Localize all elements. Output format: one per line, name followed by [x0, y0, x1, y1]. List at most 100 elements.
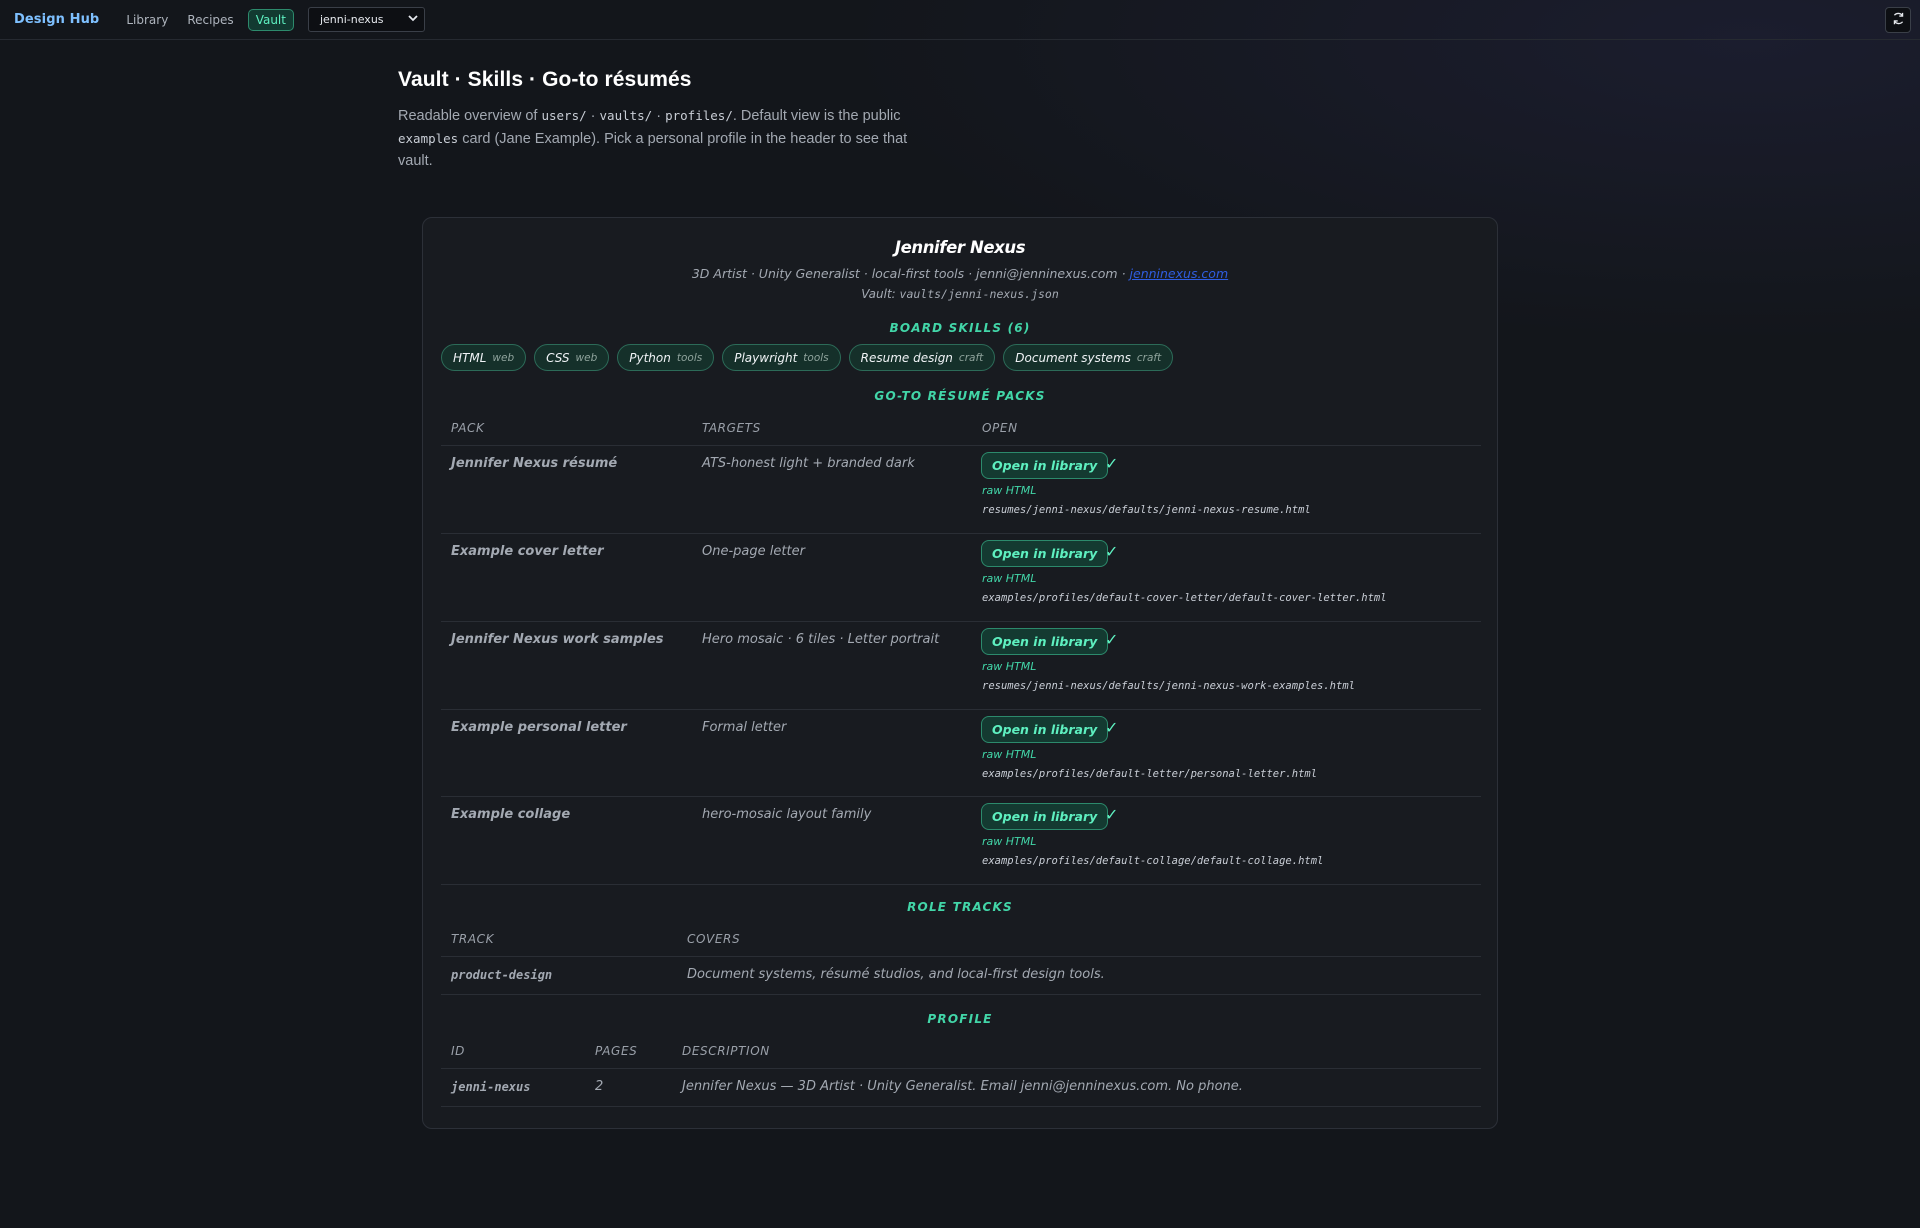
- skill-name: CSS: [546, 350, 570, 365]
- nav-vault[interactable]: Vault: [247, 8, 294, 31]
- skill-name: Playwright: [734, 350, 798, 365]
- check-icon: ✓: [1105, 454, 1119, 473]
- intro-code-examples: examples: [398, 130, 459, 146]
- intro-text-part: ·: [586, 108, 600, 124]
- chevron-down-icon: [408, 14, 418, 25]
- skill-name: HTML: [453, 350, 487, 365]
- pack-path: resumes/jenni-nexus/defaults/jenni-nexus…: [982, 680, 1355, 692]
- col-header-description: DESCRIPTION: [682, 1044, 770, 1058]
- page-title: Vault · Skills · Go-to résumés: [398, 68, 692, 91]
- tracks-heading: ROLE TRACKS: [907, 900, 1013, 914]
- pack-targets: Formal letter: [702, 720, 787, 735]
- row-divider: [441, 445, 1481, 446]
- pack-path: examples/profiles/default-letter/persona…: [982, 768, 1318, 780]
- profile-description: Jennifer Nexus — 3D Artist · Unity Gener…: [682, 1079, 1243, 1094]
- packs-heading: GO-TO RÉSUMÉ PACKS: [874, 389, 1046, 403]
- profile-subline-text: 3D Artist · Unity Generalist · local-fir…: [691, 266, 1130, 281]
- skill-chip: HTML web: [441, 344, 527, 371]
- skill-chip: CSS web: [534, 344, 610, 371]
- raw-html-link[interactable]: raw HTML: [982, 484, 1036, 497]
- pack-path: examples/profiles/default-cover-letter/d…: [982, 592, 1387, 604]
- col-header-track: TRACK: [451, 932, 495, 946]
- skill-chip: Resume design craft: [848, 344, 996, 371]
- refresh-icon: [1892, 12, 1905, 29]
- pack-name: Jennifer Nexus résumé: [451, 456, 618, 471]
- profile-table: ID PAGES DESCRIPTION jenni-nexus 2 Jenni…: [441, 1039, 1481, 1129]
- skills-heading: BOARD SKILLS (6): [889, 321, 1031, 335]
- top-bar: Design Hub Library Recipes Vault jenni-n…: [0, 0, 1920, 40]
- skill-category: tools: [676, 351, 703, 364]
- check-icon: ✓: [1105, 542, 1119, 561]
- raw-html-link[interactable]: raw HTML: [982, 835, 1036, 848]
- skill-category: craft: [1136, 351, 1162, 364]
- raw-html-link[interactable]: raw HTML: [982, 660, 1036, 673]
- open-in-library-button[interactable]: Open in library: [981, 540, 1109, 567]
- col-header-targets: TARGETS: [702, 421, 761, 435]
- nav-recipes[interactable]: Recipes: [187, 13, 233, 27]
- skill-name: Document systems: [1015, 350, 1131, 365]
- profile-id: jenni-nexus: [451, 1080, 531, 1094]
- profile-select[interactable]: jenni-nexus: [307, 7, 425, 32]
- intro-code-users: users/: [541, 108, 587, 123]
- intro-text-part: ·: [652, 108, 666, 124]
- skill-category: web: [492, 351, 515, 364]
- row-divider: [441, 709, 1481, 710]
- vault-path: vaults/jenni-nexus.json: [899, 287, 1059, 301]
- intro-code-profiles: profiles/: [665, 108, 733, 123]
- profile-name: Jennifer Nexus: [894, 238, 1026, 257]
- row-divider: [441, 621, 1481, 622]
- check-icon: ✓: [1105, 630, 1119, 649]
- row-divider: [441, 884, 1481, 885]
- row-divider: [441, 956, 1481, 957]
- profile-subline: 3D Artist · Unity Generalist · local-fir…: [423, 266, 1497, 281]
- open-in-library-button[interactable]: Open in library: [981, 716, 1109, 743]
- pack-targets: One-page letter: [702, 544, 805, 559]
- intro-text: Readable overview of users/ · vaults/ · …: [398, 105, 938, 173]
- col-header-pack: PACK: [451, 421, 485, 435]
- skill-category: tools: [803, 351, 829, 364]
- skill-category: web: [575, 351, 598, 364]
- website-link[interactable]: jenninexus.com: [1130, 266, 1229, 281]
- pack-targets: Hero mosaic · 6 tiles · Letter portrait: [702, 632, 940, 647]
- pack-name: Jennifer Nexus work samples: [451, 632, 664, 647]
- pack-path: examples/profiles/default-collage/defaul…: [982, 855, 1324, 867]
- open-in-library-button[interactable]: Open in library: [981, 452, 1109, 479]
- intro-code-vaults: vaults/: [599, 108, 653, 123]
- track-covers: Document systems, résumé studios, and lo…: [687, 967, 1105, 982]
- intro-text-part: . Default view is the public: [732, 108, 901, 124]
- pack-targets: ATS-honest light + branded dark: [702, 456, 915, 471]
- tracks-table: TRACK COVERS product-design Document sys…: [441, 927, 1481, 1017]
- pack-targets: hero-mosaic layout family: [702, 807, 872, 822]
- skill-name: Resume design: [860, 350, 953, 365]
- profile-select-value: jenni-nexus: [319, 13, 384, 26]
- vault-card: Jennifer Nexus 3D Artist · Unity General…: [422, 217, 1498, 1129]
- skill-category: craft: [958, 351, 984, 364]
- profile-heading: PROFILE: [927, 1012, 993, 1026]
- raw-html-link[interactable]: raw HTML: [982, 748, 1036, 761]
- intro-text-part: card (Jane Example). Pick a personal pro…: [398, 130, 908, 170]
- row-divider: [441, 994, 1481, 995]
- pack-name: Example collage: [451, 807, 571, 822]
- col-header-pages: PAGES: [595, 1044, 638, 1058]
- track-id: product-design: [451, 968, 553, 982]
- open-in-library-button[interactable]: Open in library: [981, 803, 1109, 830]
- check-icon: ✓: [1105, 805, 1119, 824]
- pack-name: Example cover letter: [451, 544, 604, 559]
- intro-text-part: Readable overview of: [398, 108, 542, 124]
- skill-name: Python: [629, 350, 671, 365]
- col-header-open: OPEN: [982, 421, 1018, 435]
- row-divider: [441, 796, 1481, 797]
- refresh-button[interactable]: [1885, 7, 1911, 33]
- vault-label: Vault:: [861, 287, 900, 301]
- brand-logo[interactable]: Design Hub: [14, 12, 99, 27]
- profile-pages: 2: [595, 1079, 604, 1094]
- row-divider: [441, 533, 1481, 534]
- nav-library[interactable]: Library: [126, 13, 168, 27]
- raw-html-link[interactable]: raw HTML: [982, 572, 1036, 585]
- check-icon: ✓: [1105, 718, 1119, 737]
- row-divider: [441, 1106, 1481, 1107]
- skills-list: HTML web CSS web Python tools Playwright too…: [441, 344, 1174, 371]
- skill-chip: Python tools: [617, 344, 715, 371]
- vault-path-line: Vault: vaults/jenni-nexus.json: [423, 287, 1497, 301]
- open-in-library-button[interactable]: Open in library: [981, 628, 1109, 655]
